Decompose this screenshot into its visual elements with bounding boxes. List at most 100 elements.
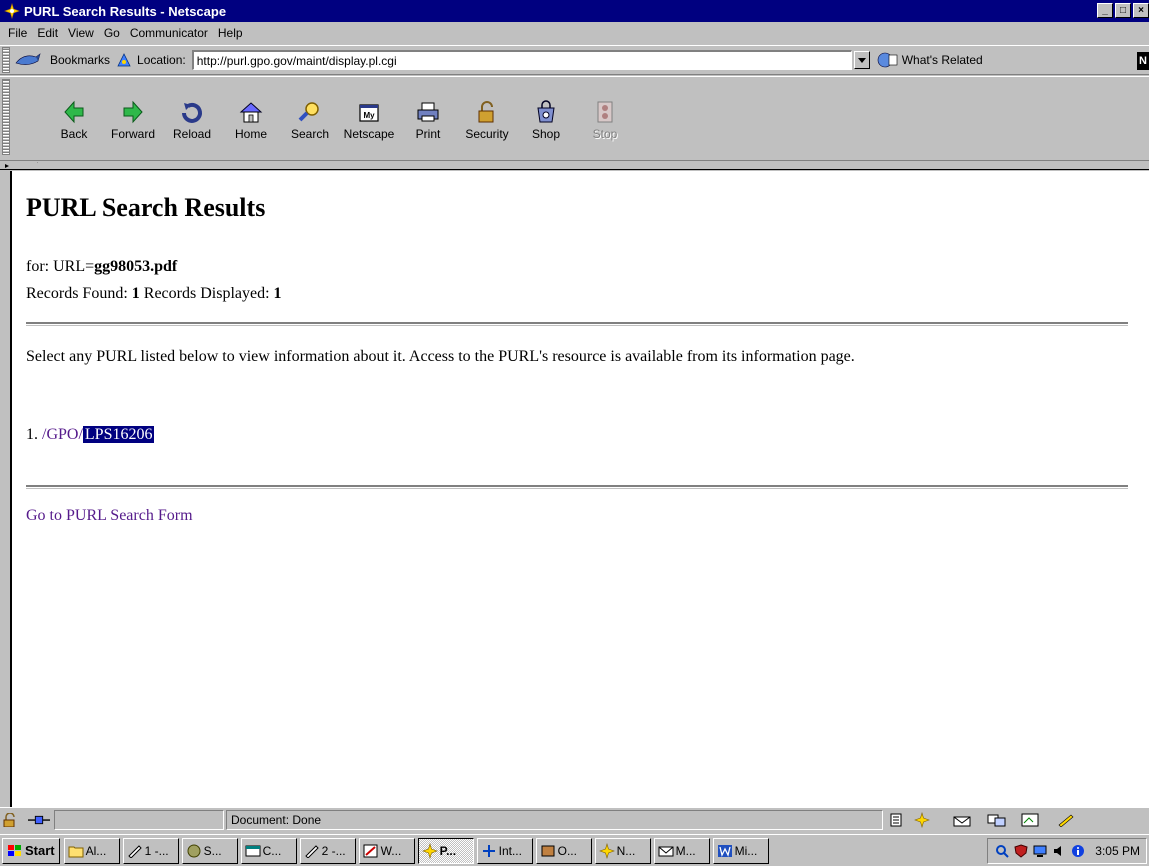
pen-icon: [127, 843, 143, 859]
printer-icon: [417, 102, 439, 122]
taskbar-button-label: 2 -...: [321, 843, 346, 858]
network-icon: [481, 843, 497, 859]
page-proxy-icon[interactable]: [116, 51, 134, 69]
taskbar-button[interactable]: 2 -...: [299, 837, 356, 864]
connection-icon[interactable]: [24, 810, 54, 830]
security-label: Security: [465, 127, 509, 141]
stop-icon: [597, 101, 613, 123]
toolbar-grip[interactable]: [2, 47, 10, 73]
purl-id-selected: LPS16206: [82, 426, 155, 443]
minimize-button[interactable]: _: [1097, 3, 1113, 18]
back-button[interactable]: Back: [52, 99, 96, 141]
home-button[interactable]: Home: [229, 99, 273, 141]
tray-monitor-icon[interactable]: [1032, 843, 1048, 859]
horizontal-rule: [26, 485, 1128, 489]
maximize-button[interactable]: □: [1115, 3, 1131, 18]
taskbar-button-label: M...: [675, 843, 696, 858]
menu-help[interactable]: Help: [213, 26, 248, 40]
taskbar-button[interactable]: O...: [535, 837, 592, 864]
menu-go[interactable]: Go: [99, 26, 125, 40]
taskbar-button[interactable]: C...: [240, 837, 297, 864]
shop-button[interactable]: Shop: [524, 99, 568, 141]
url-dropdown-button[interactable]: [853, 51, 870, 69]
search-label: Search: [290, 127, 330, 141]
security-button[interactable]: Security: [465, 99, 509, 141]
windows-taskbar: Start Al... 1 -... S... C... 2 -... W...…: [0, 834, 1149, 866]
taskbar-button[interactable]: Mi...: [712, 837, 769, 864]
editor-icon: [363, 843, 379, 859]
tray-volume-icon[interactable]: [1051, 843, 1067, 859]
discussion-component-icon[interactable]: [983, 810, 1017, 830]
reload-button[interactable]: Reload: [170, 99, 214, 141]
tray-search-icon[interactable]: [994, 843, 1010, 859]
search-form-link[interactable]: Go to PURL Search Form: [26, 507, 193, 525]
page-content: PURL Search Results for: URL=gg98053.pdf…: [10, 171, 1149, 807]
menu-view[interactable]: View: [63, 26, 99, 40]
title-bar[interactable]: PURL Search Results - Netscape _ □ ×: [0, 0, 1149, 22]
netscape-n-badge[interactable]: N: [1137, 52, 1149, 70]
start-label: Start: [25, 843, 55, 858]
security-lock-icon[interactable]: [0, 810, 24, 830]
pen-icon[interactable]: [1053, 810, 1083, 830]
window-title: PURL Search Results - Netscape: [24, 3, 227, 19]
toolbar-collapse-strip: [0, 160, 1149, 170]
taskbar-button[interactable]: W...: [358, 837, 415, 864]
taskbar-button[interactable]: Al...: [63, 837, 120, 864]
netscape-app-icon[interactable]: [3, 2, 21, 20]
shop-label: Shop: [531, 127, 561, 141]
netscape-label: Netscape: [343, 127, 395, 141]
bookmarks-icon[interactable]: [14, 50, 50, 70]
menu-bar: File Edit View Go Communicator Help: [0, 22, 1149, 44]
stop-label: Stop: [592, 127, 618, 141]
stop-button[interactable]: Stop: [583, 99, 627, 141]
horizontal-rule: [26, 322, 1128, 326]
whats-related-label: What's Related: [901, 53, 983, 67]
menu-edit[interactable]: Edit: [32, 26, 63, 40]
netscape-icon: My: [359, 104, 379, 122]
taskbar-button-label: P...: [439, 843, 457, 858]
menu-communicator[interactable]: Communicator: [125, 26, 213, 40]
records-found-count: 1: [131, 285, 140, 302]
status-message: Document: Done: [226, 809, 883, 830]
taskbar-button[interactable]: 1 -...: [122, 837, 179, 864]
taskbar-button[interactable]: N...: [594, 837, 651, 864]
tray-info-icon[interactable]: [1070, 843, 1086, 859]
mail-component-icon[interactable]: [949, 810, 983, 830]
system-tray: 3:05 PM: [987, 838, 1147, 864]
start-button[interactable]: Start: [2, 837, 60, 864]
whats-related-button[interactable]: What's Related: [876, 51, 983, 69]
tray-shield-icon[interactable]: [1013, 843, 1029, 859]
collapse-toolbar-tab[interactable]: [2, 162, 38, 169]
taskbar-button-active[interactable]: P...: [417, 837, 474, 864]
forward-button[interactable]: Forward: [111, 99, 155, 141]
search-button[interactable]: Search: [288, 99, 332, 141]
records-summary: Records Found: 1 Records Displayed: 1: [26, 285, 282, 303]
whats-related-icon: [877, 52, 898, 68]
taskbar-button[interactable]: M...: [653, 837, 710, 864]
taskbar-button[interactable]: Int...: [476, 837, 533, 864]
progress-meter: [54, 809, 224, 830]
home-icon: [239, 102, 263, 123]
close-button[interactable]: ×: [1133, 3, 1149, 18]
navigation-toolbar: Back Forward Reload Home Search My Netsc…: [0, 76, 1149, 160]
home-label: Home: [234, 127, 267, 141]
search-icon: [298, 102, 319, 122]
menu-file[interactable]: File: [3, 26, 32, 40]
print-label: Print: [415, 127, 441, 141]
result-item: 1. /GPO/LPS16206: [26, 426, 155, 444]
netscape-button[interactable]: My Netscape: [344, 99, 394, 141]
bookmarks-label[interactable]: Bookmarks: [50, 53, 110, 67]
clock[interactable]: 3:05 PM: [1095, 844, 1140, 858]
purl-link[interactable]: /GPO/LPS16206: [42, 426, 155, 443]
search-query-value: gg98053.pdf: [94, 258, 178, 275]
location-label: Location:: [137, 53, 186, 67]
taskbar-button[interactable]: S...: [181, 837, 238, 864]
url-input[interactable]: [191, 50, 852, 70]
print-button[interactable]: Print: [406, 99, 450, 141]
back-arrow-icon: [64, 100, 84, 124]
toolbar-grip[interactable]: [2, 79, 10, 155]
lock-icon: [478, 101, 494, 123]
component-list-icon[interactable]: [885, 810, 909, 830]
composer-component-icon[interactable]: [1017, 810, 1053, 830]
navigator-component-icon[interactable]: [909, 810, 949, 830]
